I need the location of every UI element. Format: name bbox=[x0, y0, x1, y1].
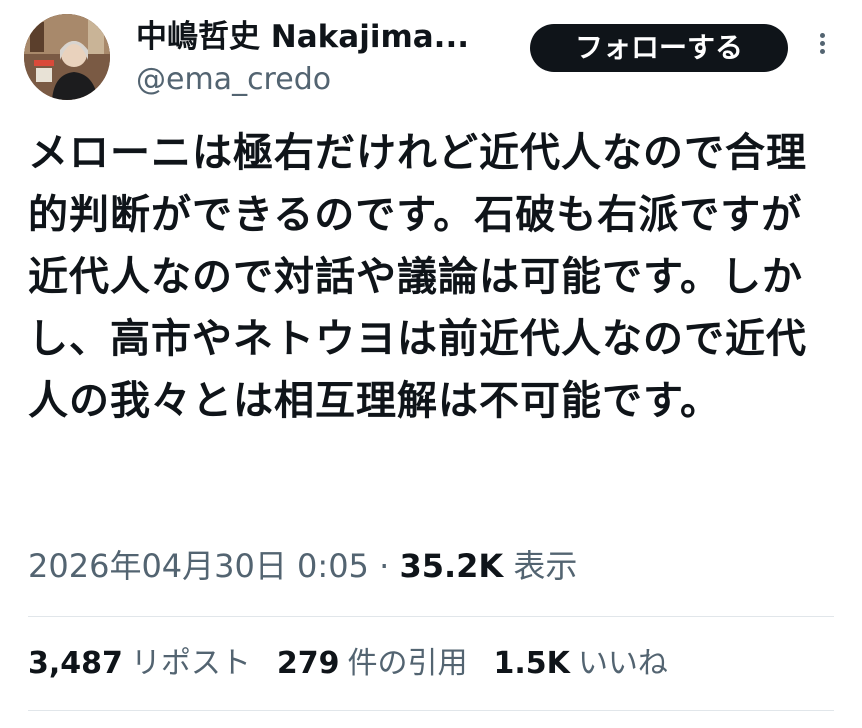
likes-label[interactable]: いいね bbox=[578, 646, 668, 681]
reposts-label[interactable]: リポスト bbox=[131, 646, 251, 681]
more-dot bbox=[819, 49, 825, 54]
tweet-meta: 2026年04月30日 0:05 · 35.2K 表示 bbox=[28, 544, 577, 588]
more-dot bbox=[819, 33, 825, 38]
tweet-detail: 中嶋哲史 Nakajima... @ema_credo フォローする メローニは… bbox=[0, 0, 862, 728]
reposts-count[interactable]: 3,487 bbox=[28, 646, 123, 681]
quotes-label[interactable]: 件の引用 bbox=[348, 646, 468, 681]
more-vertical-icon[interactable] bbox=[812, 30, 832, 70]
more-dot bbox=[819, 41, 825, 46]
divider bbox=[28, 616, 834, 617]
avatar[interactable] bbox=[24, 14, 110, 100]
tweet-text: メローニは極右だけれど近代人なので合理的判断ができるのです。石破も右派ですが近代… bbox=[28, 130, 807, 424]
display-name[interactable]: 中嶋哲史 Nakajima... bbox=[136, 16, 506, 58]
meta-separator: · bbox=[379, 547, 390, 585]
follow-button[interactable]: フォローする bbox=[530, 24, 788, 72]
views-label: 表示 bbox=[513, 547, 578, 585]
timestamp[interactable]: 2026年04月30日 0:05 bbox=[28, 547, 369, 585]
profile-photo bbox=[24, 14, 110, 100]
engagement-stats: 3,487 リポスト 279 件の引用 1.5K いいね bbox=[28, 642, 694, 686]
views-count: 35.2K bbox=[399, 547, 504, 585]
quotes-count[interactable]: 279 bbox=[277, 646, 340, 681]
likes-count[interactable]: 1.5K bbox=[494, 646, 570, 681]
divider bbox=[28, 710, 834, 711]
user-handle[interactable]: @ema_credo bbox=[136, 60, 331, 100]
